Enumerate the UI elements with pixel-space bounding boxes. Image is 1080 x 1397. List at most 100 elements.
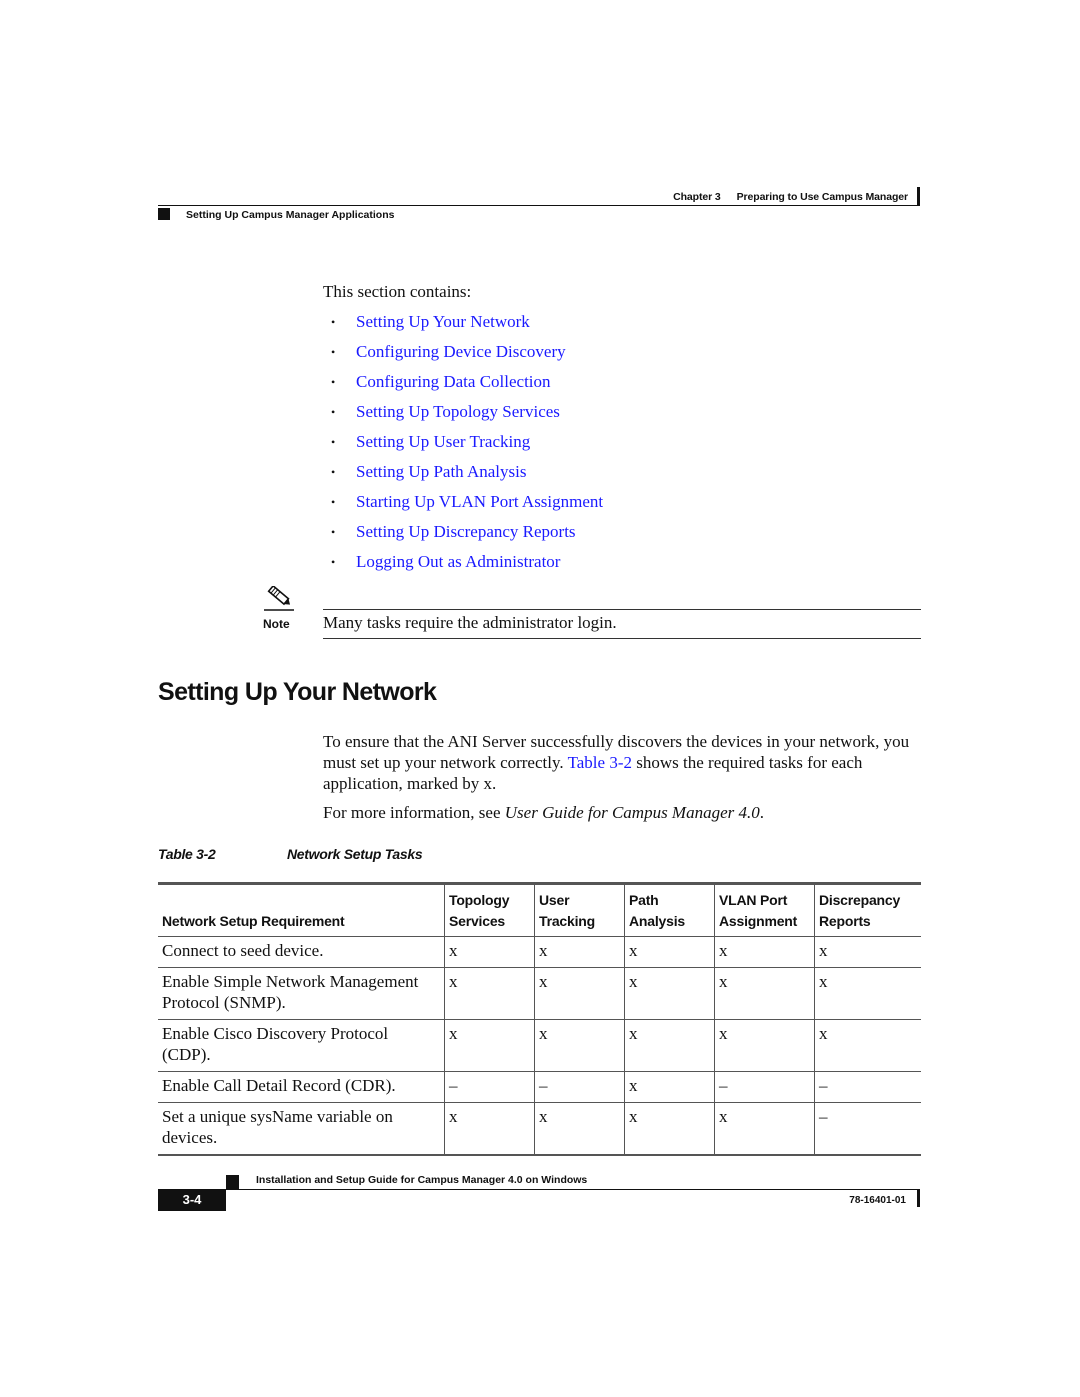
list-item: • Setting Up Discrepancy Reports: [323, 521, 603, 551]
table-header-row: Network Setup Requirement Topology Servic…: [158, 883, 921, 937]
task-mark-cell: x: [624, 1102, 715, 1155]
note-top-rule: [323, 609, 921, 610]
header-rule: [158, 205, 920, 206]
task-mark-cell: x: [624, 1019, 715, 1072]
link-setting-up-path-analysis[interactable]: Setting Up Path Analysis: [356, 461, 526, 491]
header-line: Assignment: [719, 913, 798, 929]
task-mark-cell: –: [714, 1071, 815, 1103]
task-mark-cell: x: [534, 967, 625, 1020]
bullet-icon: •: [331, 315, 336, 329]
bullet-icon: •: [331, 555, 336, 569]
task-mark-cell: x: [534, 1102, 625, 1155]
link-setting-up-topology-services[interactable]: Setting Up Topology Services: [356, 401, 560, 431]
link-starting-up-vlan-port-assignment[interactable]: Starting Up VLAN Port Assignment: [356, 491, 603, 521]
header-line: Topology: [449, 892, 510, 908]
table-row: Enable Cisco Discovery Protocol (CDP). x x…: [158, 1019, 921, 1072]
header-line: Discrepancy: [819, 892, 901, 908]
bullet-icon: •: [331, 465, 336, 479]
chapter-label: Chapter 3: [673, 191, 721, 203]
requirement-cell: Set a unique sysName variable on devices…: [162, 1107, 393, 1147]
task-mark-cell: x: [714, 967, 815, 1020]
task-mark-cell: x: [814, 967, 921, 1020]
header-line: Services: [449, 913, 506, 929]
link-configuring-device-discovery[interactable]: Configuring Device Discovery: [356, 341, 566, 371]
requirement-cell: Enable Call Detail Record (CDR).: [162, 1076, 396, 1095]
book-title: User Guide for Campus Manager 4.0: [504, 803, 760, 822]
table-row: Enable Simple Network Management Protoco…: [158, 967, 921, 1020]
list-item: • Configuring Device Discovery: [323, 341, 603, 371]
task-mark-cell: x: [444, 967, 535, 1020]
column-header: Discrepancy Reports: [814, 883, 921, 937]
link-setting-up-discrepancy-reports[interactable]: Setting Up Discrepancy Reports: [356, 521, 576, 551]
header-square-marker: [158, 208, 170, 220]
footer-square-marker: [226, 1175, 239, 1189]
requirement-cell: Enable Cisco Discovery Protocol (CDP).: [162, 1024, 389, 1064]
header-line: Analysis: [629, 913, 685, 929]
requirement-cell: Connect to seed device.: [162, 941, 324, 960]
task-mark-cell: x: [624, 1071, 715, 1103]
bullet-icon: •: [331, 375, 336, 389]
network-setup-tasks-table: Network Setup Requirement Topology Servic…: [158, 882, 921, 1156]
header-line: User: [539, 892, 570, 908]
table-caption-title: Network Setup Tasks: [287, 846, 423, 862]
task-mark-cell: –: [444, 1071, 535, 1103]
intro-lead: This section contains:: [323, 282, 472, 301]
footer-guide-title: Installation and Setup Guide for Campus …: [256, 1174, 588, 1186]
list-item: • Setting Up Your Network: [323, 311, 603, 341]
bullet-icon: •: [331, 525, 336, 539]
body-paragraph: To ensure that the ANI Server successful…: [323, 731, 923, 794]
note-bottom-rule: [323, 638, 921, 639]
header-line: VLAN Port: [719, 892, 788, 908]
bullet-icon: •: [331, 405, 336, 419]
footer-rule: [226, 1189, 920, 1190]
table-row: Connect to seed device. x x x x x: [158, 936, 921, 968]
list-item: • Starting Up VLAN Port Assignment: [323, 491, 603, 521]
list-item: • Logging Out as Administrator: [323, 551, 603, 581]
table-row: Set a unique sysName variable on devices…: [158, 1102, 921, 1155]
task-mark-cell: x: [814, 1019, 921, 1072]
table-caption-label: Table 3-2: [158, 846, 216, 862]
task-mark-cell: x: [534, 1019, 625, 1072]
requirement-cell: Enable Simple Network Management Protoco…: [162, 972, 419, 1012]
running-header-section: Setting Up Campus Manager Applications: [186, 209, 395, 221]
running-header-chapter: Chapter 3 Preparing to Use Campus Manager: [0, 191, 908, 203]
list-item: • Configuring Data Collection: [323, 371, 603, 401]
task-mark-cell: x: [624, 967, 715, 1020]
paragraph-text: .: [759, 803, 765, 822]
task-mark-cell: x: [714, 1102, 815, 1155]
header-bar-divider: [917, 187, 920, 205]
header-line: Reports: [819, 913, 871, 929]
paragraph-text: For more information, see: [323, 803, 505, 822]
document-number: 78-16401-01: [849, 1195, 906, 1206]
column-header: Topology Services: [444, 883, 535, 937]
task-mark-cell: –: [534, 1071, 625, 1103]
note-label: Note: [263, 617, 290, 631]
task-mark-cell: x: [444, 1019, 535, 1072]
footer-bar-divider: [917, 1190, 920, 1207]
task-mark-cell: x: [444, 936, 535, 968]
task-mark-cell: –: [814, 1071, 921, 1103]
link-setting-up-user-tracking[interactable]: Setting Up User Tracking: [356, 431, 530, 461]
column-header: User Tracking: [534, 883, 625, 937]
task-mark-cell: x: [714, 936, 815, 968]
link-configuring-data-collection[interactable]: Configuring Data Collection: [356, 371, 551, 401]
list-item: • Setting Up User Tracking: [323, 431, 603, 461]
header-line: Network Setup Requirement: [162, 913, 345, 929]
section-heading: Setting Up Your Network: [158, 678, 437, 706]
column-header: VLAN Port Assignment: [714, 883, 815, 937]
list-item: • Setting Up Topology Services: [323, 401, 603, 431]
table-row: Enable Call Detail Record (CDR). – – x – –: [158, 1071, 921, 1103]
bullet-icon: •: [331, 345, 336, 359]
task-mark-cell: x: [534, 936, 625, 968]
link-setting-up-your-network[interactable]: Setting Up Your Network: [356, 311, 530, 341]
task-mark-cell: x: [624, 936, 715, 968]
task-mark-cell: –: [814, 1102, 921, 1155]
list-item: • Setting Up Path Analysis: [323, 461, 603, 491]
reference-paragraph: For more information, see User Guide for…: [323, 803, 764, 823]
task-mark-cell: x: [444, 1102, 535, 1155]
pencil-note-icon: [264, 586, 294, 611]
bullet-icon: •: [331, 435, 336, 449]
link-logging-out-as-administrator[interactable]: Logging Out as Administrator: [356, 551, 560, 581]
link-table-3-2[interactable]: Table 3-2: [568, 753, 632, 772]
header-line: Path: [629, 892, 659, 908]
